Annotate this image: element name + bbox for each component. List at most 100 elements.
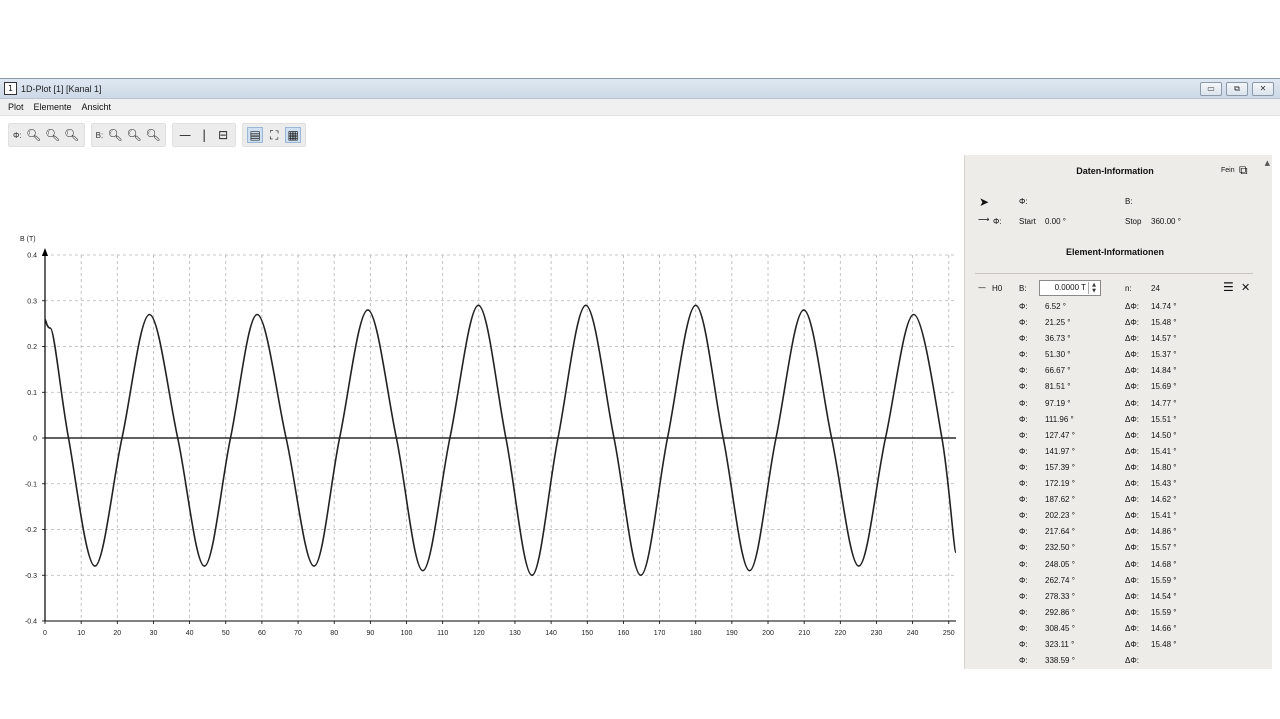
list-item: Φ: 308.45 ° ΔΦ: 14.66 ° — [965, 622, 1265, 638]
delta-phi-label: ΔΦ: — [1125, 511, 1139, 521]
list-item: Φ: 51.30 ° ΔΦ: 15.37 ° — [965, 348, 1265, 364]
b-zoom-out-icon[interactable]: 🔍︎ — [126, 127, 142, 143]
delta-phi-label: ΔΦ: — [1125, 639, 1139, 649]
title-bar[interactable]: 1 1D-Plot [1] [Kanal 1] ▭ ⧉ ✕ — [0, 79, 1280, 99]
x-tick-label: 190 — [726, 630, 738, 637]
line-chart[interactable]: B (T) 0 10 20 30 40 50 60 70 80 90 100 110 120 130 140… — [0, 155, 964, 669]
delta-phi-label: ΔΦ: — [1125, 334, 1139, 344]
phi-value: 21.25 ° — [1045, 318, 1071, 328]
export-icon[interactable]: ⊟ — [215, 127, 231, 143]
list-item: Φ: 172.19 ° ΔΦ: 15.43 ° — [965, 477, 1265, 493]
delta-phi-value: 15.41 ° — [1151, 446, 1177, 456]
phi-value: 111.96 ° — [1045, 414, 1074, 424]
phi-value: 66.67 ° — [1045, 366, 1071, 376]
delta-phi-label: ΔΦ: — [1125, 623, 1139, 633]
phi-zoom-out-icon[interactable]: 🔍︎ — [45, 127, 61, 143]
delta-phi-label: ΔΦ: — [1125, 414, 1139, 424]
phi-zoom-fit-icon[interactable]: 🔍︎ — [64, 127, 80, 143]
close-button[interactable]: ✕ — [1252, 82, 1274, 96]
list-item: Φ: 248.05 ° ΔΦ: 14.68 ° — [965, 558, 1265, 574]
delta-phi-label: ΔΦ: — [1125, 527, 1139, 537]
menu-plot[interactable]: Plot — [8, 102, 24, 112]
fit-view-icon[interactable]: ⛶ — [266, 127, 282, 143]
delta-phi-label: ΔΦ: — [1125, 366, 1139, 376]
b-threshold-value: 0.0000 T — [1054, 283, 1086, 292]
phi-zoom-in-icon[interactable]: 🔍︎ — [26, 127, 42, 143]
x-tick-label: 130 — [509, 630, 521, 637]
delta-phi-value: 14.54 ° — [1151, 591, 1177, 601]
y-tick-label: -0.3 — [25, 573, 37, 580]
maximize-button[interactable]: ⧉ — [1226, 82, 1248, 96]
menu-ansicht[interactable]: Ansicht — [82, 102, 112, 112]
panel-view-icon[interactable]: ▤ — [247, 127, 264, 143]
delta-phi-value: 15.37 ° — [1151, 350, 1177, 360]
x-tick-labels: 0 10 20 30 40 50 60 70 80 90 100 110 120 130 140 150 160… — [43, 630, 955, 637]
delta-phi-label: ΔΦ: — [1125, 462, 1139, 472]
delta-phi-label: ΔΦ: — [1125, 302, 1139, 311]
vertical-line-icon[interactable]: | — [196, 127, 212, 143]
phi-value: 141.97 ° — [1045, 446, 1075, 456]
toolbar: Φ: 🔍︎ 🔍︎ 🔍︎ B: 🔍︎ 🔍︎ 🔍︎ — | ⊟ ▤ ⛶ ▦ — [8, 123, 307, 147]
list-item: Φ: 187.62 ° ΔΦ: 14.62 ° — [965, 493, 1265, 509]
x-tick-label: 20 — [113, 630, 121, 637]
grid-toggle-icon[interactable]: ▦ — [285, 127, 302, 143]
scroll-up-icon[interactable]: ▲ — [1265, 159, 1270, 167]
delta-phi-value: 15.48 ° — [1151, 318, 1177, 328]
phi-label: Φ: — [1019, 543, 1028, 553]
y-tick-label: -0.4 — [25, 619, 37, 626]
list-item: Φ: 232.50 ° ΔΦ: 15.57 ° — [965, 541, 1265, 557]
x-tick-label: 210 — [798, 630, 810, 637]
delta-phi-value: 15.57 ° — [1151, 543, 1177, 553]
phi-label: Φ: — [1019, 511, 1028, 521]
delta-phi-label: ΔΦ: — [1125, 446, 1139, 456]
x-tick-label: 230 — [871, 630, 883, 637]
phi-label: Φ: — [1019, 462, 1028, 472]
series-line-b[interactable] — [44, 304, 957, 577]
phi-label: Φ: — [1019, 495, 1028, 505]
x-tick-label: 110 — [437, 630, 448, 637]
x-tick-label: 200 — [762, 630, 774, 637]
phi-label: Φ: — [1019, 430, 1028, 440]
x-tick-label: 150 — [581, 630, 593, 637]
x-tick-label: 40 — [186, 630, 194, 637]
delta-phi-label: ΔΦ: — [1125, 318, 1139, 328]
phi-label: Φ: — [1019, 591, 1028, 601]
spin-arrows-icon[interactable]: ▲ ▼ — [1088, 282, 1099, 294]
horizontal-line-icon[interactable]: — — [177, 127, 193, 143]
delta-phi-value: 14.77 ° — [1151, 398, 1177, 408]
menu-icon[interactable]: ☰ — [1223, 280, 1234, 294]
range-phi-label: Φ: — [993, 217, 1002, 226]
b-zoom-fit-icon[interactable]: 🔍︎ — [145, 127, 161, 143]
x-tick-label: 10 — [77, 630, 85, 637]
y-tick-label: 0.1 — [27, 390, 37, 397]
phi-label: Φ: — [1019, 446, 1028, 456]
minimize-button[interactable]: ▭ — [1200, 82, 1222, 96]
delta-phi-label: ΔΦ: — [1125, 591, 1139, 601]
list-item: Φ: 338.59 ° ΔΦ: — [965, 654, 1265, 669]
b-threshold-input[interactable]: 0.0000 T ▲ ▼ — [1039, 280, 1101, 296]
list-item: Φ: 278.33 ° ΔΦ: 14.54 ° — [965, 590, 1265, 606]
phi-value: 127.47 ° — [1045, 430, 1075, 440]
phi-label: Φ: — [1019, 318, 1028, 328]
x-tick-label: 180 — [690, 630, 702, 637]
remove-icon[interactable]: ✕ — [1241, 281, 1250, 294]
delta-phi-label: ΔΦ: — [1125, 543, 1139, 553]
app-icon: 1 — [4, 82, 17, 95]
range-arrow-icon: ⟶ — [978, 215, 990, 224]
b-zoom-in-icon[interactable]: 🔍︎ — [107, 127, 123, 143]
list-item: Φ: 217.64 ° ΔΦ: 14.86 ° — [965, 525, 1265, 541]
list-item: Φ: 127.47 ° ΔΦ: 14.50 ° — [965, 429, 1265, 445]
element-info-title: Element-Informationen — [1065, 247, 1164, 257]
phi-value: 36.73 ° — [1045, 334, 1071, 344]
y-axis-title: B (T) — [20, 236, 36, 243]
delta-phi-value: 14.50 ° — [1151, 430, 1177, 440]
copy-icon[interactable]: ⧉ — [1239, 163, 1248, 178]
start-value: 0.00 ° — [1045, 217, 1066, 226]
phi-value: 187.62 ° — [1045, 495, 1075, 505]
list-item: Φ: 292.86 ° ΔΦ: 15.59 ° — [965, 606, 1265, 622]
delta-phi-value: 14.68 ° — [1151, 559, 1177, 569]
delta-phi-label: ΔΦ: — [1125, 607, 1139, 617]
x-tick-label: 30 — [150, 630, 158, 637]
menu-elemente[interactable]: Elemente — [34, 102, 72, 112]
delta-phi-label: ΔΦ: — [1125, 398, 1139, 408]
